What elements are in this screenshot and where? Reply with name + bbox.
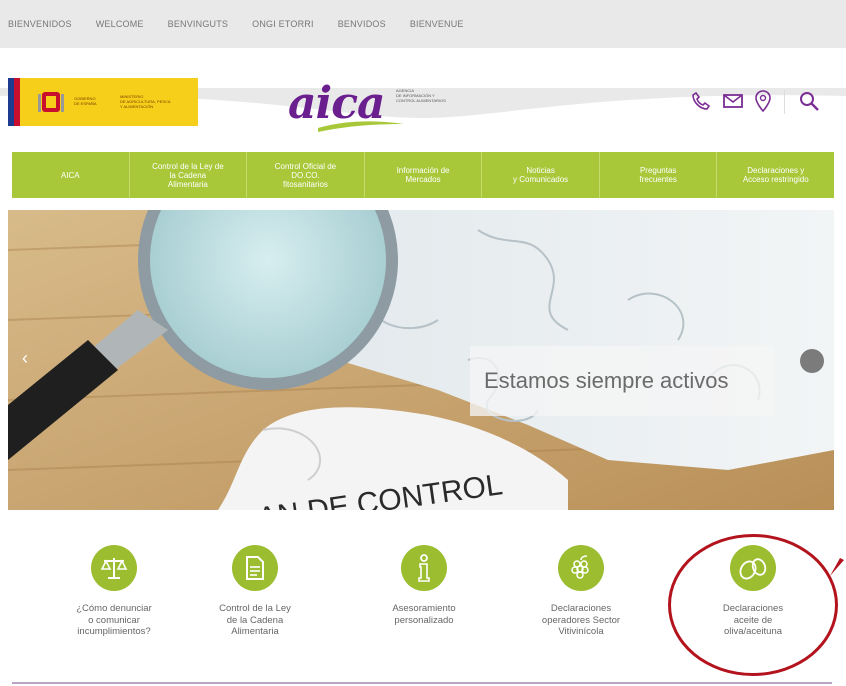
quick-link-asesoramiento[interactable]: Asesoramiento personalizado <box>359 545 489 626</box>
quick-link-label: ¿Cómo denunciar o comunicar incumplimien… <box>76 603 152 637</box>
quick-link-label: Asesoramiento personalizado <box>392 603 456 626</box>
slider-prev-arrow-icon[interactable]: ‹ <box>22 348 38 370</box>
mail-icon[interactable] <box>720 88 746 114</box>
hero-caption: Estamos siempre activos <box>470 346 774 416</box>
nav-item-noticias[interactable]: Noticias y Comunicados <box>482 152 600 198</box>
coat-of-arms-icon <box>38 92 64 112</box>
gov-text-line: DE ESPAÑA <box>74 101 97 106</box>
nav-item-informacion-mercados[interactable]: Información de Mercados <box>365 152 483 198</box>
quick-link-control-ley[interactable]: Control de la Ley de la Cadena Alimentar… <box>190 545 320 638</box>
lang-link[interactable]: BENVIDOS <box>338 19 386 29</box>
logo-swoosh <box>318 121 404 132</box>
aica-logo[interactable]: aica AGENCIA DE INFORMACIÓN Y CONTROL AL… <box>288 78 478 132</box>
bottom-divider <box>12 682 832 684</box>
location-icon[interactable] <box>750 88 776 114</box>
highlight-circle <box>668 534 838 676</box>
highlight-pointer-arrow <box>830 558 844 576</box>
header-separator <box>784 90 785 114</box>
quick-link-vitivinicola[interactable]: Declaraciones operadores Sector Vitiviní… <box>516 545 646 638</box>
quick-link-label: Declaraciones operadores Sector Vitiviní… <box>541 603 621 637</box>
nav-item-preguntas[interactable]: Preguntas frecuentes <box>600 152 718 198</box>
lang-link[interactable]: ONGI ETORRI <box>252 19 314 29</box>
aica-subtitle-line: CONTROL ALIMENTARIOS <box>396 98 446 103</box>
main-navigation: AICA Control de la Ley de la Cadena Alim… <box>12 152 834 198</box>
slider-next-arrow-icon[interactable] <box>800 349 824 373</box>
search-icon[interactable] <box>796 88 822 114</box>
header-icons <box>656 88 846 118</box>
grapes-icon <box>558 545 604 591</box>
lang-link[interactable]: BENVINGUTS <box>168 19 229 29</box>
document-icon <box>232 545 278 591</box>
lang-link[interactable]: BIENVENUE <box>410 19 464 29</box>
quick-link-denunciar[interactable]: ¿Cómo denunciar o comunicar incumplimien… <box>49 545 179 638</box>
nav-item-declaraciones[interactable]: Declaraciones y Acceso restringido <box>717 152 834 198</box>
nav-item-aica[interactable]: AICA <box>12 152 130 198</box>
language-bar: BIENVENIDOS WELCOME BENVINGUTS ONGI ETOR… <box>0 0 846 48</box>
phone-icon[interactable] <box>688 88 714 114</box>
info-icon <box>401 545 447 591</box>
scales-icon <box>91 545 137 591</box>
nav-item-control-ley-cadena[interactable]: Control de la Ley de la Cadena Alimentar… <box>130 152 248 198</box>
lang-link[interactable]: BIENVENIDOS <box>8 19 72 29</box>
ministry-text-line: Y ALIMENTACIÓN <box>120 104 154 109</box>
lang-link[interactable]: WELCOME <box>96 19 144 29</box>
nav-item-control-oficial[interactable]: Control Oficial de DO.CO. fitosanitarios <box>247 152 365 198</box>
quick-link-label: Control de la Ley de la Cadena Alimentar… <box>219 603 291 637</box>
government-logo[interactable]: GOBIERNO DE ESPAÑA MINISTERIO DE AGRICUL… <box>8 78 198 126</box>
